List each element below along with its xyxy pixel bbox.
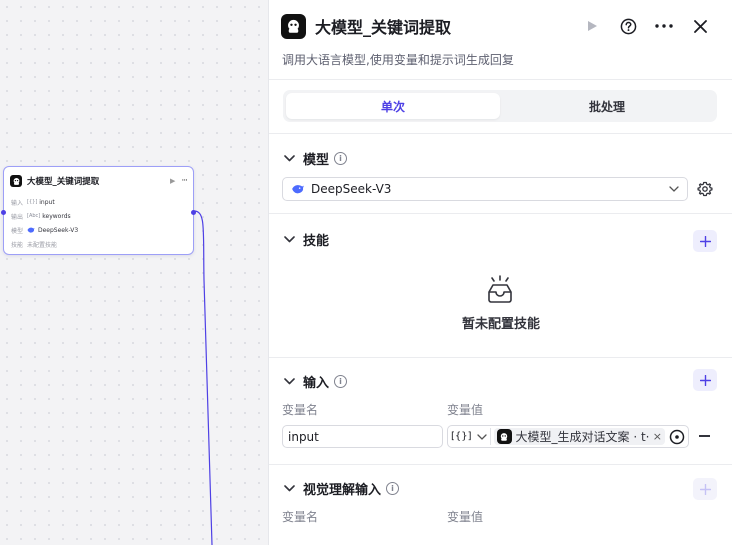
plus-icon — [699, 374, 711, 386]
workflow-node-llm[interactable]: 大模型_关键词提取 ▶ ··· 输入 [{}] input 输出 [Abc] key… — [1, 166, 196, 255]
workflow-canvas[interactable]: 大模型_关键词提取 ▶ ··· 输入 [{}] input 输出 [Abc] key… — [0, 0, 268, 545]
target-icon[interactable] — [669, 429, 685, 445]
skills-section-header[interactable]: 技能 — [282, 229, 334, 249]
run-button[interactable] — [574, 20, 610, 32]
panel-description: 调用大语言模型,使用变量和提示词生成回复 — [282, 53, 514, 67]
close-button[interactable] — [682, 19, 718, 33]
variable-type-label: [{}] — [451, 431, 472, 442]
reference-tag[interactable]: 大模型_生成对话文案 · t··· × — [493, 428, 665, 445]
vision-section-header[interactable]: 视觉理解输入 i — [282, 478, 400, 498]
add-input-button[interactable] — [693, 369, 717, 391]
node-settings-panel: 大模型_关键词提取 调用大语言模型,使用变量和提示词生成回复 单次 批处理 模型 — [268, 0, 732, 545]
help-icon — [620, 18, 636, 34]
play-icon — [588, 21, 597, 31]
more-icon[interactable]: ··· — [181, 176, 188, 186]
divider — [269, 79, 732, 80]
chevron-down-icon[interactable] — [282, 374, 296, 388]
close-icon — [693, 19, 707, 33]
model-section-header[interactable]: 模型 i — [282, 148, 348, 168]
node-row-skills: 技能 未配置技能 — [11, 241, 58, 249]
variable-name-input[interactable]: input — [282, 425, 443, 448]
node-row-input: 输入 [{}] input — [11, 198, 55, 207]
divider — [269, 133, 732, 134]
chevron-down-icon[interactable] — [282, 151, 296, 165]
plus-icon — [699, 483, 711, 495]
tab-batch[interactable]: 批处理 — [500, 93, 714, 119]
empty-inbox-icon — [488, 275, 512, 303]
chevron-down-icon — [669, 186, 679, 192]
section-title: 技能 — [303, 233, 330, 249]
connection-edge — [193, 210, 213, 545]
panel-title: 大模型_关键词提取 — [315, 18, 452, 37]
empty-skills-text: 暂未配置技能 — [461, 317, 540, 332]
llm-node-icon — [10, 175, 22, 187]
node-input-port[interactable] — [1, 210, 6, 215]
model-select[interactable]: DeepSeek-V3 — [282, 177, 688, 201]
mode-tabs: 单次 批处理 — [283, 90, 717, 122]
column-label-name: 变量名 — [282, 403, 319, 417]
plus-icon — [699, 235, 711, 247]
divider — [269, 213, 732, 214]
input-section-header[interactable]: 输入 i — [282, 371, 348, 391]
node-output-port[interactable] — [191, 210, 196, 215]
column-label-value: 变量值 — [447, 403, 484, 417]
gear-icon[interactable] — [697, 181, 713, 197]
close-icon[interactable]: × — [653, 430, 662, 443]
tab-single[interactable]: 单次 — [286, 93, 500, 119]
chevron-down-icon — [476, 433, 487, 440]
help-button[interactable] — [610, 18, 646, 35]
reference-text: 大模型_生成对话文案 · t··· — [515, 430, 649, 444]
deepseek-icon — [27, 227, 35, 233]
variable-icon: [Abc] — [27, 213, 41, 219]
llm-node-icon — [281, 13, 306, 39]
chevron-down-icon[interactable] — [282, 481, 296, 495]
divider — [269, 464, 732, 465]
column-label-name: 变量名 — [282, 510, 319, 524]
node-row-model: 模型 DeepSeek-V3 — [11, 226, 79, 235]
divider — [269, 357, 732, 358]
variable-icon: [{}] — [27, 199, 38, 205]
play-icon[interactable]: ▶ — [170, 177, 175, 185]
column-label-value: 变量值 — [447, 510, 484, 524]
info-icon[interactable]: i — [386, 481, 400, 495]
more-icon — [655, 24, 673, 28]
variable-type-select[interactable]: [{}] — [451, 428, 491, 445]
more-button[interactable] — [646, 24, 682, 28]
panel-header: 大模型_关键词提取 — [281, 12, 718, 40]
deepseek-icon — [292, 185, 304, 194]
node-title: 大模型_关键词提取 — [27, 177, 100, 187]
remove-input-button[interactable] — [699, 435, 710, 437]
variable-value-field[interactable]: [{}] 大模型_生成对话文案 · t··· × — [447, 425, 689, 448]
model-name: DeepSeek-V3 — [311, 182, 392, 196]
section-title: 视觉理解输入 — [303, 482, 382, 498]
add-vision-input-button[interactable] — [693, 478, 717, 500]
section-title: 输入 — [303, 375, 330, 391]
chevron-down-icon[interactable] — [282, 232, 296, 246]
info-icon[interactable]: i — [334, 374, 348, 388]
node-row-output: 输出 [Abc] keywords — [11, 212, 71, 221]
info-icon[interactable]: i — [334, 151, 348, 165]
add-skill-button[interactable] — [693, 230, 717, 252]
llm-node-icon — [496, 429, 512, 444]
section-title: 模型 — [303, 152, 330, 168]
